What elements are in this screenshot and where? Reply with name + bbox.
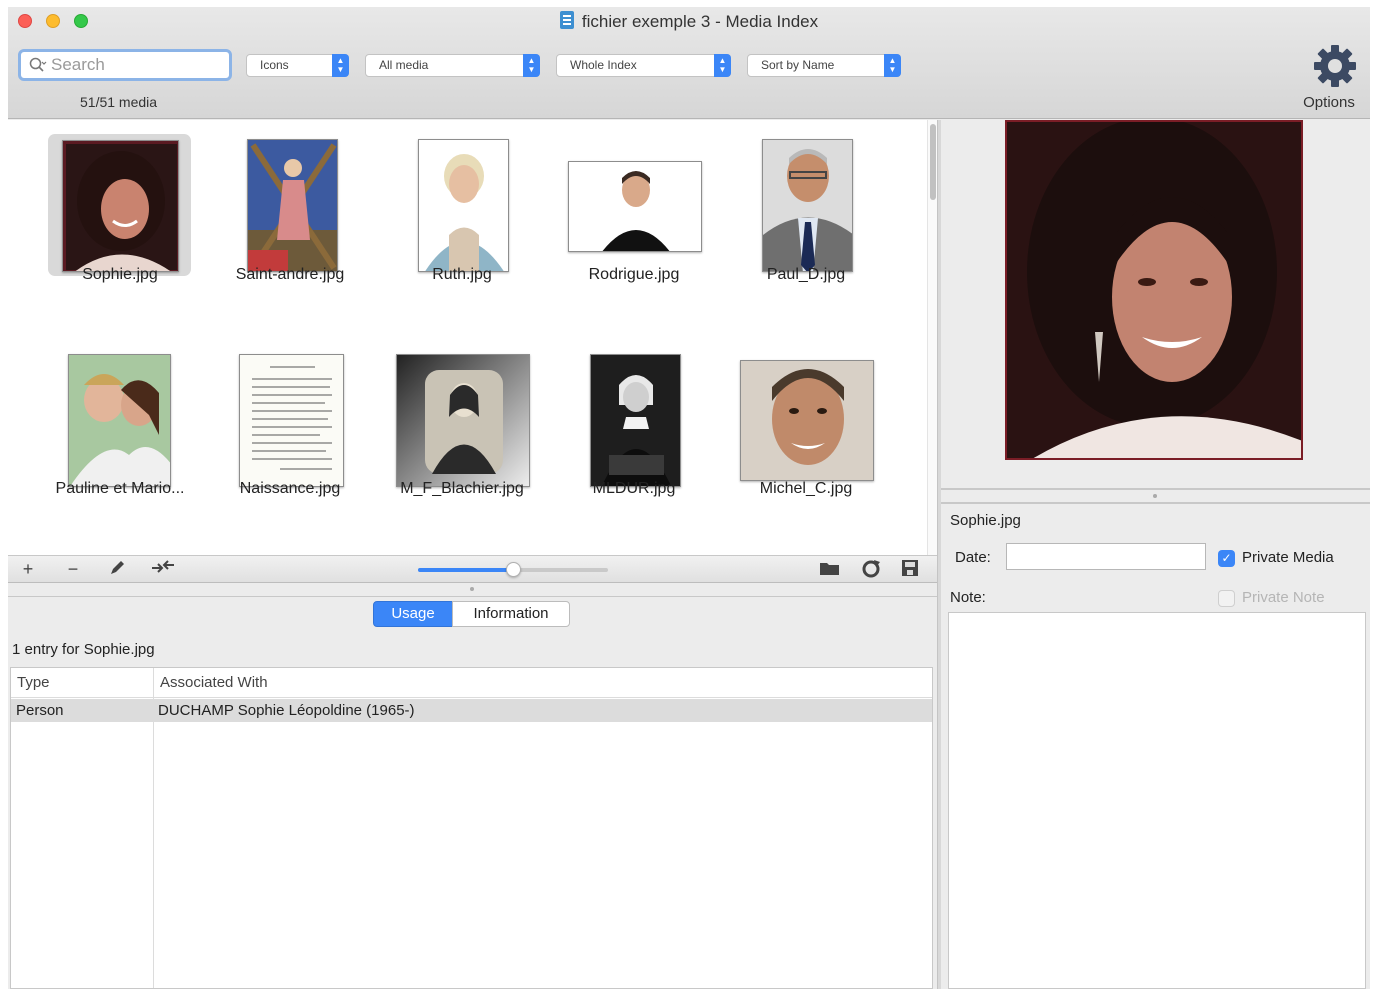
open-folder-button[interactable] — [818, 559, 842, 579]
media-tile[interactable]: Ruth.jpg — [376, 120, 548, 320]
pencil-icon — [111, 561, 124, 574]
preview-splitter[interactable] — [941, 488, 1370, 504]
media-type-select[interactable]: All media ▲ ▼ — [365, 54, 540, 77]
sort-select[interactable]: Sort by Name ▲ ▼ — [747, 54, 901, 77]
slider-knob[interactable] — [506, 562, 521, 577]
toolbar: fichier exemple 3 - Media Index 51/51 me… — [8, 7, 1370, 119]
cell-associated-with: DUCHAMP Sophie Léopoldine (1965-) — [158, 702, 415, 719]
window-title-bar: fichier exemple 3 - Media Index — [8, 11, 1370, 32]
merge-media-button[interactable] — [151, 559, 175, 579]
media-label: Ruth.jpg — [432, 266, 492, 283]
thumbnail-saint-andre — [247, 139, 338, 272]
date-label: Date: — [955, 549, 991, 566]
media-tile[interactable]: MLDUR.jpg — [548, 334, 720, 534]
thumbnail-size-slider[interactable] — [418, 562, 608, 577]
view-mode-value: Icons — [260, 58, 289, 72]
select-arrows-icon: ▲ ▼ — [714, 54, 731, 77]
view-mode-select[interactable]: Icons ▲ ▼ — [246, 54, 349, 77]
search-field[interactable] — [18, 49, 232, 81]
usage-table: Type Associated With Person DUCHAMP Soph… — [10, 667, 933, 989]
splitter-handle-icon — [1153, 494, 1157, 498]
media-label: Sophie.jpg — [82, 266, 158, 283]
media-tile[interactable]: Pauline et Mario... — [34, 334, 206, 534]
media-label: MLDUR.jpg — [592, 480, 676, 497]
private-media-checkbox[interactable]: ✓ — [1218, 550, 1235, 567]
thumbnail-paul-d — [762, 139, 853, 272]
options-button[interactable]: Options — [1291, 43, 1367, 113]
media-tile[interactable]: Rodrigue.jpg — [548, 120, 720, 320]
slider-fill — [418, 568, 513, 572]
document-icon — [559, 11, 574, 29]
media-count: 51/51 media — [80, 94, 158, 110]
column-header-type[interactable]: Type — [11, 668, 153, 698]
select-arrows-icon: ▲ ▼ — [332, 54, 349, 77]
thumbnail-naissance — [239, 354, 344, 487]
merge-arrows-icon — [152, 560, 174, 573]
thumbnail-michel-c — [740, 360, 874, 481]
refresh-button[interactable] — [859, 559, 883, 579]
edit-media-button[interactable] — [105, 559, 129, 579]
grid-scrollbar[interactable] — [927, 120, 937, 555]
thumbnail-mldur — [590, 354, 681, 487]
thumbnail-pauline-mario — [68, 354, 171, 487]
private-media-label: Private Media — [1242, 549, 1334, 566]
media-label: Rodrigue.jpg — [588, 266, 680, 283]
window-title: fichier exemple 3 - Media Index — [581, 12, 819, 31]
media-label: M_F_Blachier.jpg — [400, 480, 524, 497]
remove-media-button[interactable]: − — [61, 559, 85, 579]
media-label: Michel_C.jpg — [759, 480, 853, 497]
note-label: Note: — [950, 589, 986, 606]
refresh-icon — [862, 560, 880, 578]
sort-value: Sort by Name — [761, 58, 835, 72]
media-tile[interactable]: Sophie.jpg — [34, 120, 206, 320]
media-label: Naissance.jpg — [239, 480, 341, 497]
media-tile[interactable]: Saint-andre.jpg — [204, 120, 376, 320]
tab-usage[interactable]: Usage — [373, 601, 453, 627]
cell-type: Person — [16, 702, 64, 719]
tab-information[interactable]: Information — [452, 601, 570, 627]
table-row[interactable]: Person DUCHAMP Sophie Léopoldine (1965-) — [11, 699, 932, 722]
splitter-handle-icon — [470, 587, 474, 591]
preview-pane — [941, 120, 1370, 490]
search-icon — [29, 57, 47, 78]
media-tile[interactable]: Naissance.jpg — [204, 334, 376, 534]
select-arrows-icon: ▲ ▼ — [523, 54, 540, 77]
scope-select[interactable]: Whole Index ▲ ▼ — [556, 54, 731, 77]
media-tile[interactable]: M_F_Blachier.jpg — [376, 334, 548, 534]
grid-scroll-thumb[interactable] — [930, 124, 936, 200]
grid-action-bar: + − — [8, 555, 938, 583]
options-label: Options — [1303, 94, 1355, 111]
media-label: Paul_D.jpg — [766, 266, 846, 283]
media-tile[interactable]: Paul_D.jpg — [720, 120, 892, 320]
scope-value: Whole Index — [570, 58, 637, 72]
search-input[interactable] — [51, 55, 221, 75]
add-media-button[interactable]: + — [16, 559, 40, 579]
media-type-value: All media — [379, 58, 429, 72]
selected-file-name: Sophie.jpg — [950, 512, 1021, 529]
thumbnail-rodrigue — [568, 161, 702, 252]
thumbnail-ruth — [418, 139, 509, 272]
column-header-associated[interactable]: Associated With — [154, 668, 932, 698]
save-button[interactable] — [898, 559, 922, 579]
media-label: Saint-andre.jpg — [235, 266, 345, 283]
note-textarea[interactable] — [948, 612, 1366, 989]
private-note-checkbox[interactable] — [1218, 590, 1235, 607]
save-disk-icon — [902, 560, 918, 576]
gear-icon — [1314, 45, 1356, 87]
select-arrows-icon: ▲ ▼ — [884, 54, 901, 77]
folder-icon — [820, 563, 839, 575]
media-label: Pauline et Mario... — [55, 480, 185, 497]
horizontal-splitter[interactable] — [8, 583, 938, 597]
media-index-window: fichier exemple 3 - Media Index 51/51 me… — [8, 7, 1370, 989]
entry-count: 1 entry for Sophie.jpg — [12, 641, 155, 658]
preview-image — [1005, 120, 1303, 460]
thumbnail-sophie — [62, 140, 179, 272]
date-field[interactable] — [1006, 543, 1206, 570]
media-grid: Sophie.jpg Saint-andre.jpg Ruth.jpg Rodr… — [8, 120, 938, 555]
private-note-label: Private Note — [1242, 589, 1325, 606]
thumbnail-blachier — [396, 354, 530, 487]
media-tile[interactable]: Michel_C.jpg — [720, 334, 892, 534]
column-divider — [153, 668, 154, 988]
